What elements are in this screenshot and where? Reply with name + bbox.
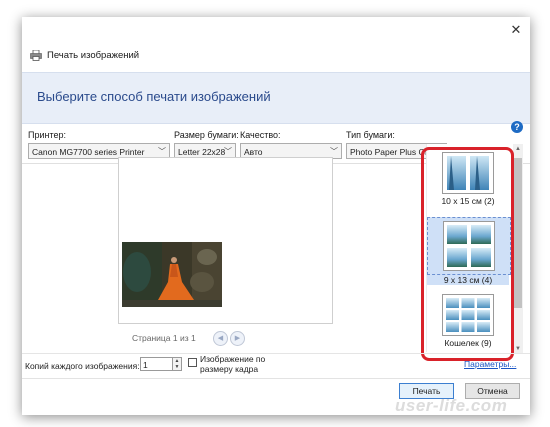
highlight-frame	[421, 147, 514, 361]
paper-size-label: Размер бумаги:	[174, 130, 239, 140]
scroll-up-icon[interactable]: ▲	[513, 144, 523, 154]
fit-to-frame-label: Изображение по размеру кадра	[200, 354, 266, 374]
fit-to-frame-checkbox[interactable]	[188, 358, 197, 367]
printer-icon	[30, 49, 42, 61]
copies-input[interactable]: 1	[140, 357, 173, 371]
quality-value: Авто	[244, 147, 263, 157]
paper-size-value: Letter 22x28	[178, 147, 226, 157]
dialog-title: Печать изображений	[47, 49, 140, 61]
quality-label: Качество:	[240, 130, 281, 140]
paper-type-label: Тип бумаги:	[346, 130, 395, 140]
instruction-banner: Выберите способ печати изображений	[22, 72, 530, 124]
page-counter: Страница 1 из 1	[132, 333, 196, 343]
layout-scrollbar[interactable]: ▲ ▼	[513, 144, 523, 354]
next-page-button[interactable]: ▶	[230, 331, 245, 346]
prev-page-button[interactable]: ◀	[213, 331, 228, 346]
scroll-thumb[interactable]	[514, 158, 522, 308]
divider	[22, 378, 530, 379]
options-link[interactable]: Параметры...	[464, 359, 516, 369]
copies-label: Копий каждого изображения:	[25, 361, 140, 371]
copies-stepper[interactable]: ▲ ▼	[173, 357, 182, 371]
banner-text: Выберите способ печати изображений	[37, 89, 271, 104]
printer-label: Принтер:	[28, 130, 67, 140]
print-pictures-dialog: ✕ Печать изображений Выберите способ печ…	[22, 17, 530, 415]
watermark-logo: user-life.com	[395, 396, 508, 415]
close-button[interactable]: ✕	[508, 22, 524, 38]
help-icon[interactable]: ?	[511, 121, 523, 133]
spin-down-icon[interactable]: ▼	[173, 364, 181, 370]
printer-value: Canon MG7700 series Printer	[32, 147, 145, 157]
preview-photo	[122, 242, 222, 307]
title-bar: Печать изображений	[30, 48, 139, 62]
